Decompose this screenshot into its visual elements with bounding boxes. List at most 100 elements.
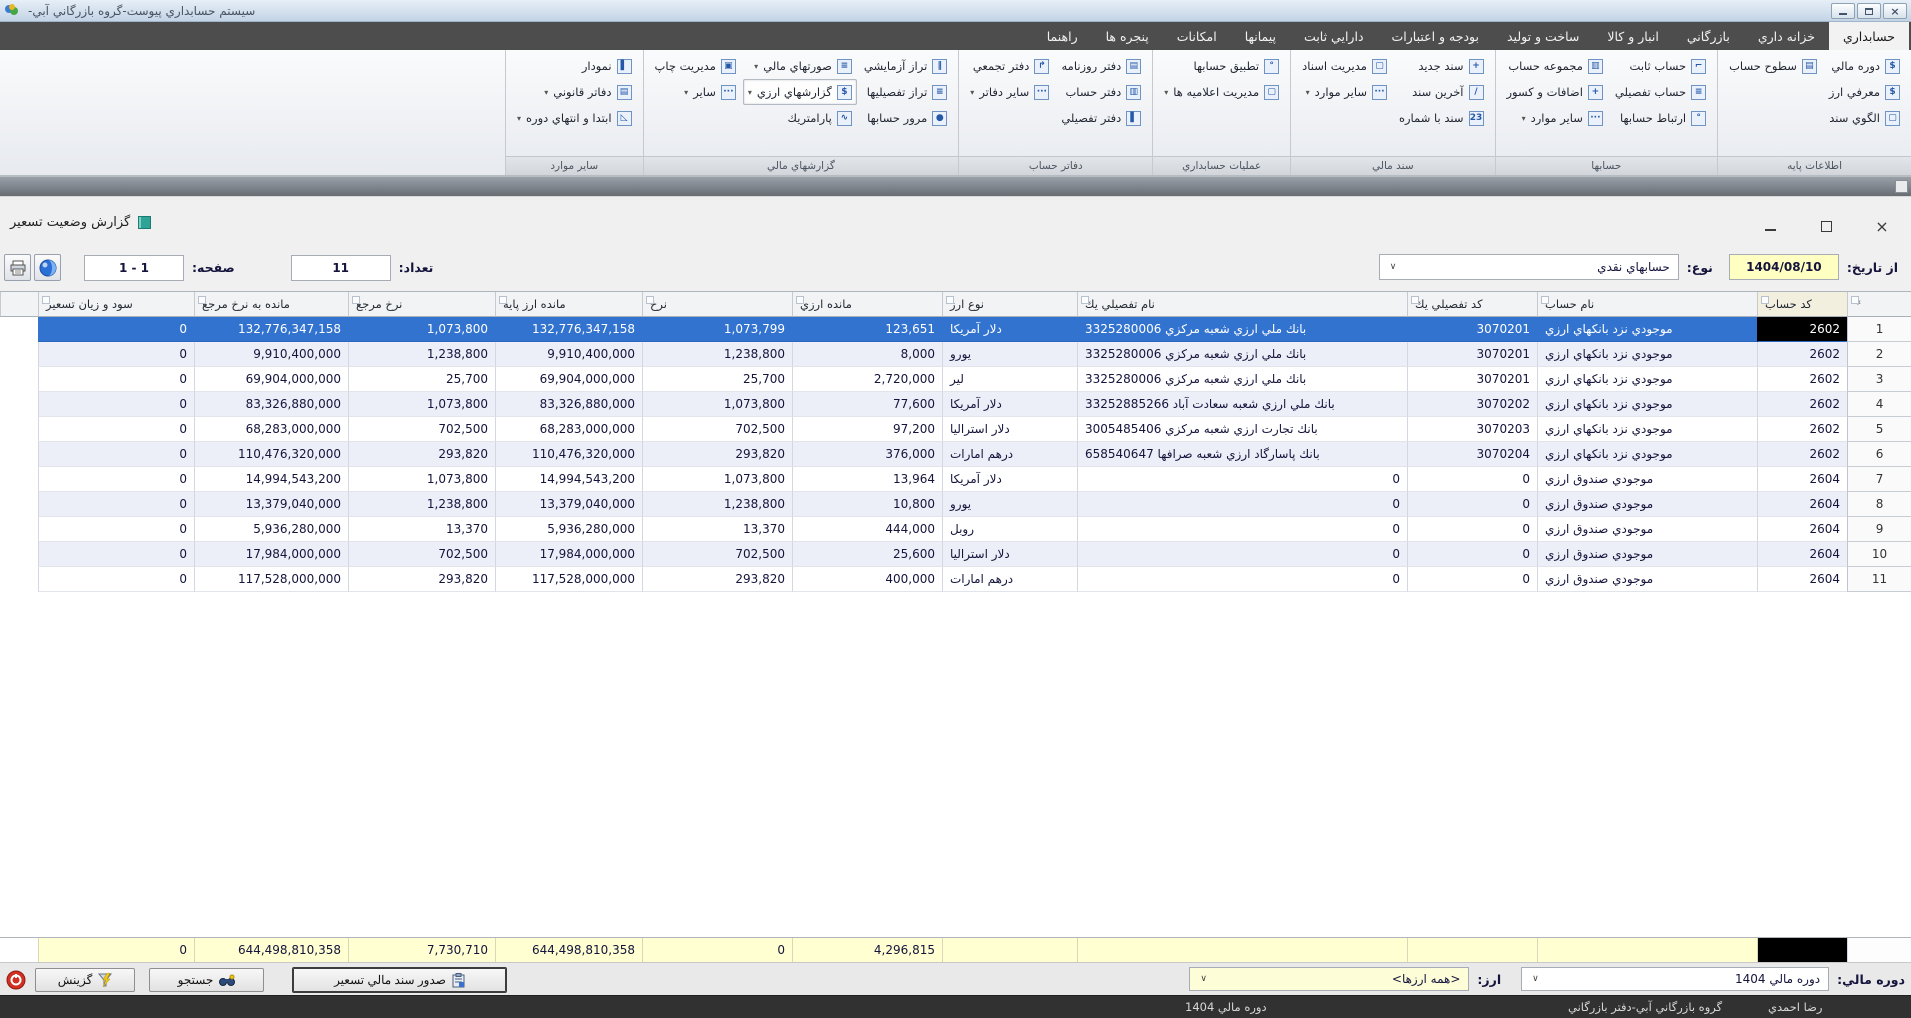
ribbon-item-1-0[interactable]: ▥مجموعه حساب (1502, 53, 1608, 79)
ribbon-item-6-2[interactable]: ◺ابتدا و انتهاي دوره▾ (512, 105, 637, 131)
ribbon-item-1-1[interactable]: ≡حساب تفصيلي (1610, 79, 1711, 105)
cell-balance-at-reference-rate[interactable]: 68,283,000,000 (194, 417, 348, 442)
cell-currency-type[interactable]: يورو (942, 492, 1077, 517)
cell-base-balance[interactable]: 17,984,000,000 (495, 542, 642, 567)
cell-detail-code[interactable]: 0 (1407, 492, 1537, 517)
search-button[interactable]: جستجو (149, 968, 264, 992)
cell-detail-code[interactable]: 3070203 (1407, 417, 1537, 442)
ribbon-item-0-0[interactable]: $دوره مالي (1824, 53, 1905, 79)
cell-detail-code[interactable]: 3070204 (1407, 442, 1537, 467)
header-filter-box[interactable] (946, 296, 954, 304)
menu-tab-4[interactable]: ساخت و توليد (1493, 22, 1593, 50)
column-header-row-indicator[interactable]: * (1847, 292, 1911, 317)
cell-detail-name[interactable]: 0 (1077, 542, 1407, 567)
header-filter-box[interactable] (198, 296, 206, 304)
select-button[interactable]: گزينش (35, 968, 135, 992)
ribbon-item-5-1[interactable]: ≡تراز تفصيليها (859, 79, 952, 105)
app-minimize-button[interactable] (1831, 3, 1855, 19)
cell-balance-at-reference-rate[interactable]: 14,994,543,200 (194, 467, 348, 492)
ribbon-item-4-0[interactable]: ↱دفتر تجمعي (965, 53, 1054, 79)
cell-currency-type[interactable]: دلار استراليا (942, 417, 1077, 442)
cell-base-balance[interactable]: 5,936,280,000 (495, 517, 642, 542)
cell-reference-rate[interactable]: 1,073,800 (348, 467, 495, 492)
cell-account-code[interactable]: 2602 (1757, 442, 1847, 467)
cell-currency-balance[interactable]: 8,000 (792, 342, 942, 367)
cell-balance-at-reference-rate[interactable]: 17,984,000,000 (194, 542, 348, 567)
cell-exchange-gain-loss[interactable]: 0 (38, 317, 194, 342)
report-close-button[interactable]: × (1875, 219, 1889, 233)
cell-exchange-gain-loss[interactable]: 0 (38, 492, 194, 517)
cell-currency-type[interactable]: يورو (942, 342, 1077, 367)
header-filter-box[interactable] (42, 296, 50, 304)
cell-reference-rate[interactable]: 1,073,800 (348, 317, 495, 342)
cell-rate[interactable]: 13,370 (642, 517, 792, 542)
cell-reference-rate[interactable]: 293,820 (348, 567, 495, 592)
column-header-base-balance[interactable]: مانده ارز پايه (495, 292, 642, 317)
currency-combo[interactable]: <همه ارزها> ∨ (1189, 967, 1469, 991)
ribbon-item-2-1[interactable]: /آخرين سند (1394, 79, 1489, 105)
menu-tab-3[interactable]: انبار و كالا (1593, 22, 1672, 50)
cell-detail-name[interactable]: بانك ملي ارزي شعبه مركزي 3325280006 (1077, 367, 1407, 392)
cell-currency-type[interactable]: روبل (942, 517, 1077, 542)
cell-currency-balance[interactable]: 123,651 (792, 317, 942, 342)
cell-exchange-gain-loss[interactable]: 0 (38, 442, 194, 467)
cell-account-name[interactable]: موجودي نزد بانكهاي ارزي (1537, 417, 1757, 442)
ribbon-item-5-0[interactable]: ▣مديريت چاپ (650, 53, 741, 79)
cell-row-indicator[interactable]: 7 (1847, 467, 1911, 492)
grid-row-4[interactable]: 42602موجودي نزد بانكهاي ارزي3070202بانك … (0, 392, 1911, 417)
cell-account-name[interactable]: موجودي صندوق ارزي (1537, 467, 1757, 492)
app-close-button[interactable]: × (1883, 3, 1907, 19)
ribbon-item-3-1[interactable]: ▢مديريت اعلاميه ها▾ (1159, 79, 1284, 105)
cell-rate[interactable]: 702,500 (642, 542, 792, 567)
cell-reference-rate[interactable]: 702,500 (348, 542, 495, 567)
tab-scroll-button[interactable] (1895, 180, 1908, 193)
cell-currency-balance[interactable]: 10,800 (792, 492, 942, 517)
cell-currency-balance[interactable]: 97,200 (792, 417, 942, 442)
cell-detail-name[interactable]: 0 (1077, 467, 1407, 492)
cell-exchange-gain-loss[interactable]: 0 (38, 417, 194, 442)
ribbon-item-3-0[interactable]: °تطبيق حسابها (1159, 53, 1284, 79)
cell-account-code[interactable]: 2602 (1757, 367, 1847, 392)
cell-currency-type[interactable]: درهم امارات (942, 442, 1077, 467)
cell-reference-rate[interactable]: 293,820 (348, 442, 495, 467)
cell-account-code[interactable]: 2604 (1757, 467, 1847, 492)
cell-row-indicator[interactable]: 11 (1847, 567, 1911, 592)
cell-base-balance[interactable]: 117,528,000,000 (495, 567, 642, 592)
cell-account-code[interactable]: 2602 (1757, 417, 1847, 442)
cell-rate[interactable]: 1,238,800 (642, 492, 792, 517)
cell-detail-code[interactable]: 0 (1407, 517, 1537, 542)
grid-row-1[interactable]: 12602موجودي نزد بانكهاي ارزي3070201بانك … (0, 317, 1911, 342)
cell-base-balance[interactable]: 69,904,000,000 (495, 367, 642, 392)
cell-base-balance[interactable]: 14,994,543,200 (495, 467, 642, 492)
cell-base-balance[interactable]: 83,326,880,000 (495, 392, 642, 417)
cell-exchange-gain-loss[interactable]: 0 (38, 517, 194, 542)
ribbon-item-6-1[interactable]: ▤دفاتر قانوني▾ (512, 79, 637, 105)
cell-detail-code[interactable]: 3070201 (1407, 367, 1537, 392)
header-filter-box[interactable] (1541, 296, 1549, 304)
ribbon-item-5-2[interactable]: ●مرور حسابها (859, 105, 952, 131)
column-header-currency-balance[interactable]: مانده ارزي (792, 292, 942, 317)
account-type-combo[interactable]: حسابهاي نقدي ∨ (1379, 254, 1679, 280)
cell-row-indicator[interactable]: 1 (1847, 317, 1911, 342)
ribbon-item-5-0[interactable]: ≡صورتهاي مالي▾ (743, 53, 857, 79)
cell-account-code[interactable]: 2604 (1757, 567, 1847, 592)
cell-exchange-gain-loss[interactable]: 0 (38, 392, 194, 417)
cell-base-balance[interactable]: 68,283,000,000 (495, 417, 642, 442)
cell-currency-type[interactable]: دلار استراليا (942, 542, 1077, 567)
grid-row-7[interactable]: 72604موجودي صندوق ارزي00دلار آمريكا13,96… (0, 467, 1911, 492)
ribbon-item-4-0[interactable]: ▤دفتر روزنامه (1056, 53, 1146, 79)
cell-account-name[interactable]: موجودي نزد بانكهاي ارزي (1537, 392, 1757, 417)
grid-row-3[interactable]: 32602موجودي نزد بانكهاي ارزي3070201بانك … (0, 367, 1911, 392)
cell-row-indicator[interactable]: 9 (1847, 517, 1911, 542)
cell-exchange-gain-loss[interactable]: 0 (38, 542, 194, 567)
ribbon-item-2-2[interactable]: 23سند با شماره (1394, 105, 1489, 131)
grid-row-10[interactable]: 102604موجودي صندوق ارزي00دلار استراليا25… (0, 542, 1911, 567)
menu-tab-0[interactable]: حسابداري (1829, 22, 1909, 50)
column-header-detail-name[interactable]: نام تفصيلي يك (1077, 292, 1407, 317)
cell-balance-at-reference-rate[interactable]: 9,910,400,000 (194, 342, 348, 367)
cell-exchange-gain-loss[interactable]: 0 (38, 567, 194, 592)
cell-detail-name[interactable]: بانك ملي ارزي شعبه سعادت آباد 3325288526… (1077, 392, 1407, 417)
cell-row-indicator[interactable]: 5 (1847, 417, 1911, 442)
ribbon-item-6-0[interactable]: ▌نمودار (512, 53, 637, 79)
ribbon-item-5-1[interactable]: ···ساير▾ (650, 79, 741, 105)
